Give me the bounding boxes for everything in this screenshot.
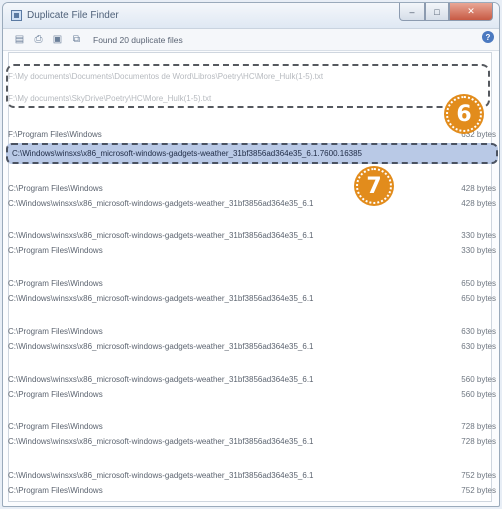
file-size: 728 bytes [461,421,496,431]
file-size: 330 bytes [461,230,496,240]
file-size: 650 bytes [461,293,496,303]
list-item[interactable]: C:\Program Files\Windows 630 bytes [8,325,496,337]
app-icon [11,10,22,21]
file-size: 728 bytes [461,436,496,446]
file-size: 560 bytes [461,389,496,399]
list-item[interactable]: C:\Program Files\Windows 752 bytes [8,484,496,496]
file-path: C:\Windows\winsxs\x86_microsoft-windows-… [8,198,314,208]
close-button[interactable]: ✕ [449,3,493,21]
file-path: C:\Windows\winsxs\x86_microsoft-windows-… [8,374,314,384]
list-item[interactable]: C:\Program Files\Windows 428 bytes [8,182,496,194]
callout-badge-6: 6 [446,96,482,132]
list-item[interactable]: C:\Program Files\Windows 330 bytes [8,244,496,256]
file-size: 630 bytes [461,326,496,336]
selected-row[interactable]: C:\Windows\winsxs\x86_microsoft-windows-… [6,143,498,164]
help-icon[interactable]: ? [482,31,494,43]
file-path: C:\Windows\winsxs\x86_microsoft-windows-… [8,436,314,446]
list-item[interactable]: C:\Windows\winsxs\x86_microsoft-windows-… [8,435,496,447]
file-path: C:\Program Files\Windows [8,421,103,431]
file-size: 428 bytes [461,183,496,193]
list-item[interactable]: C:\Windows\winsxs\x86_microsoft-windows-… [8,340,496,352]
file-path: C:\Windows\winsxs\x86_microsoft-windows-… [8,470,314,480]
file-size: 752 bytes [461,470,496,480]
view-icon[interactable]: ▤ [13,34,26,46]
file-path: C:\Program Files\Windows [8,389,103,399]
list-item[interactable]: C:\Program Files\Windows 650 bytes [8,277,496,289]
print-icon[interactable]: ⎙ [32,34,45,46]
list-item[interactable]: C:\Windows\winsxs\x86_microsoft-windows-… [8,229,496,241]
maximize-button[interactable]: □ [425,3,449,21]
list-item[interactable]: C:\Windows\winsxs\x86_microsoft-windows-… [8,292,496,304]
window-controls: – □ ✕ [399,3,493,21]
file-path: C:\Windows\winsxs\x86_microsoft-windows-… [8,293,314,303]
file-path: C:\Windows\winsxs\x86_microsoft-windows-… [8,341,314,351]
file-size: 560 bytes [461,374,496,384]
file-path: C:\Program Files\Windows [8,278,103,288]
found-count-text: Found 20 duplicate files [93,34,183,45]
title-bar: Duplicate File Finder – □ ✕ [3,3,499,29]
file-path: C:\Program Files\Windows [8,245,103,255]
list-item[interactable]: C:\Program Files\Windows 728 bytes [8,420,496,432]
callout-badge-7: 7 [356,168,392,204]
file-size: 630 bytes [461,341,496,351]
list-item[interactable]: C:\Program Files\Windows 560 bytes [8,388,496,400]
copy-icon[interactable]: ⧉ [70,34,83,46]
callout-6-highlight [6,64,490,108]
file-size: 330 bytes [461,245,496,255]
file-path: C:\Program Files\Windows [8,485,103,495]
minimize-button[interactable]: – [399,3,425,21]
list-item[interactable]: C:\Windows\winsxs\x86_microsoft-windows-… [8,469,496,481]
file-path: C:\Program Files\Windows [8,326,103,336]
file-size: 428 bytes [461,198,496,208]
toolbar: ▤ ⎙ ▣ ⧉ Found 20 duplicate files [3,29,499,51]
file-path: C:\Windows\winsxs\x86_microsoft-windows-… [8,230,314,240]
file-size: 752 bytes [461,485,496,495]
window-title: Duplicate File Finder [27,10,119,21]
file-path: F:\Program Files\Windows [8,129,102,139]
save-icon[interactable]: ▣ [51,34,64,46]
list-item[interactable]: C:\Windows\winsxs\x86_microsoft-windows-… [8,373,496,385]
file-size: 650 bytes [461,278,496,288]
list-item[interactable]: F:\Program Files\Windows 632 bytes [8,128,496,140]
list-item[interactable]: C:\Windows\winsxs\x86_microsoft-windows-… [8,197,496,209]
